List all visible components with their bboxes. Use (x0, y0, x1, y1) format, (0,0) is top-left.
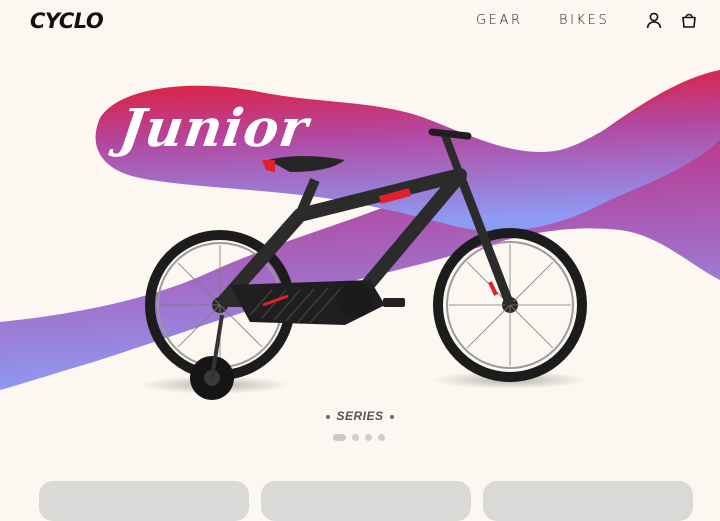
product-card-2[interactable] (261, 481, 471, 521)
carousel-pagination (333, 433, 385, 441)
product-card-3[interactable] (483, 481, 693, 521)
separator-dot (326, 414, 331, 419)
header-bar: CYCLO GEAR BIKES (0, 0, 720, 50)
series-text: SERIES (336, 409, 384, 423)
separator-dot (389, 414, 394, 419)
series-label: SERIES (0, 409, 720, 423)
nav-gear[interactable]: GEAR (476, 13, 523, 28)
carousel-dot-3[interactable] (365, 433, 372, 441)
shopping-bag-icon[interactable] (680, 11, 698, 29)
carousel-dot-2[interactable] (352, 433, 359, 441)
hero-wave (0, 70, 720, 400)
user-icon[interactable] (645, 11, 663, 29)
carousel-dot-4[interactable] (378, 433, 385, 441)
hero-section: Junior (0, 0, 720, 500)
carousel-dot-1[interactable] (333, 433, 346, 441)
brand-logo[interactable]: CYCLO (30, 9, 104, 33)
nav-bikes[interactable]: BIKES (559, 13, 609, 28)
hero-title: Junior (115, 98, 313, 159)
product-card-1[interactable] (39, 481, 249, 521)
